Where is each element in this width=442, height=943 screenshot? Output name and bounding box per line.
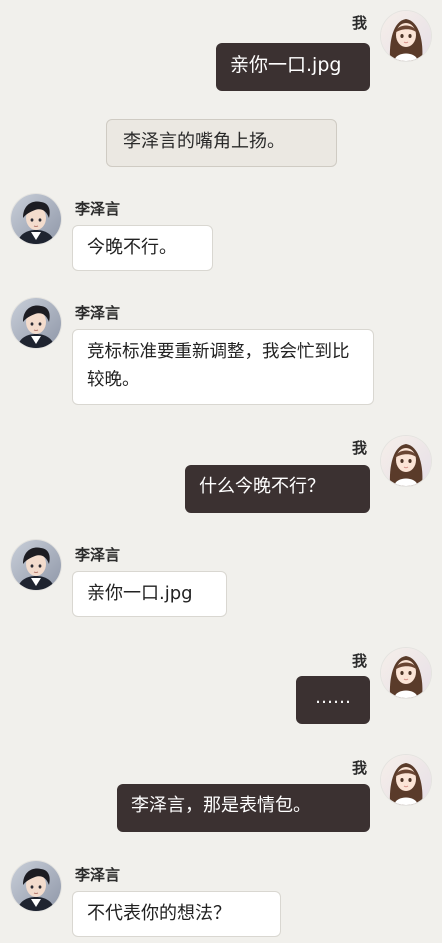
girl-avatar-icon [381,648,431,698]
message-bubble[interactable]: 亲你一口.jpg [72,571,227,617]
sender-name: 李泽言 [75,866,121,884]
my-avatar[interactable] [381,11,431,61]
sender-name: 我 [352,759,368,777]
sender-name: 我 [352,439,368,457]
boy-avatar-icon [11,194,61,244]
sender-name: 李泽言 [75,304,121,322]
contact-avatar[interactable] [11,194,61,244]
message-bubble[interactable]: …… [296,676,370,724]
contact-avatar[interactable] [11,298,61,348]
my-avatar[interactable] [381,648,431,698]
contact-avatar[interactable] [11,540,61,590]
system-message: 李泽言的嘴角上扬。 [106,119,337,167]
contact-avatar[interactable] [11,861,61,911]
girl-avatar-icon [381,436,431,486]
my-avatar[interactable] [381,755,431,805]
sender-name: 我 [352,14,368,32]
message-bubble[interactable]: 什么今晚不行？ [185,465,370,513]
sender-name: 我 [352,652,368,670]
boy-avatar-icon [11,540,61,590]
girl-avatar-icon [381,755,431,805]
message-bubble[interactable]: 今晚不行。 [72,225,213,271]
sender-name: 李泽言 [75,546,121,564]
message-bubble[interactable]: 亲你一口.jpg [216,43,370,91]
boy-avatar-icon [11,861,61,911]
girl-avatar-icon [381,11,431,61]
message-bubble[interactable]: 竞标标准要重新调整，我会忙到比较晚。 [72,329,374,405]
boy-avatar-icon [11,298,61,348]
sender-name: 李泽言 [75,200,121,218]
my-avatar[interactable] [381,436,431,486]
message-bubble[interactable]: 不代表你的想法？ [72,891,281,937]
message-bubble[interactable]: 李泽言，那是表情包。 [117,784,370,832]
